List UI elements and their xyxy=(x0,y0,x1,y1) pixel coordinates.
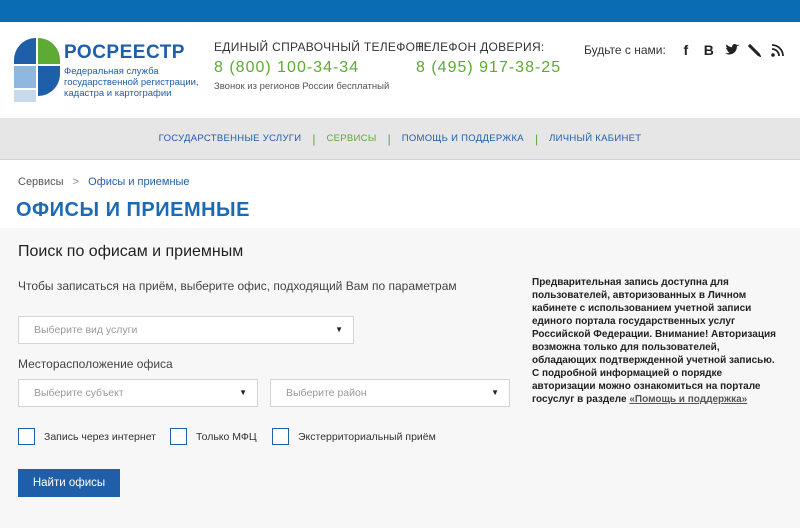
checkbox-box[interactable] xyxy=(18,428,35,445)
hotline-note: Звонок из регионов России бесплатный xyxy=(214,81,390,92)
district-placeholder: Выберите район xyxy=(286,387,367,399)
trust-line-number[interactable]: 8 (495) 917-38-25 xyxy=(416,59,561,77)
trust-line-block: ТЕЛЕФОН ДОВЕРИЯ: 8 (495) 917-38-25 xyxy=(416,40,561,77)
chevron-down-icon: ▼ xyxy=(491,388,499,397)
hotline-label: ЕДИНЫЙ СПРАВОЧНЫЙ ТЕЛЕФОН: xyxy=(214,40,428,54)
facebook-icon[interactable]: f xyxy=(676,40,696,60)
top-bar xyxy=(0,0,800,22)
checkbox-label[interactable]: Экстерриториальный приём xyxy=(298,431,436,443)
nav-separator: | xyxy=(312,131,316,146)
hotline-block: ЕДИНЫЙ СПРАВОЧНЫЙ ТЕЛЕФОН: 8 (800) 100-3… xyxy=(214,40,428,92)
social-links: Будьте с нами: f B xyxy=(584,40,791,60)
rss-icon[interactable] xyxy=(768,40,788,60)
nav-item-help[interactable]: ПОМОЩЬ И ПОДДЕРЖКА xyxy=(402,133,524,144)
checkbox-extraterritorial[interactable]: Экстерриториальный приём xyxy=(272,428,436,445)
search-title: Поиск по офисам и приемным xyxy=(18,243,244,260)
help-support-link[interactable]: «Помощь и поддержка» xyxy=(629,394,747,405)
hotline-number[interactable]: 8 (800) 100-34-34 xyxy=(214,59,428,77)
twitter-icon[interactable] xyxy=(722,40,742,60)
page-title: ОФИСЫ И ПРИЕМНЫЕ xyxy=(16,199,250,221)
checkbox-label[interactable]: Только МФЦ xyxy=(196,431,257,443)
checkbox-box[interactable] xyxy=(170,428,187,445)
breadcrumb-separator: > xyxy=(72,176,80,188)
social-label: Будьте с нами: xyxy=(584,43,666,57)
service-type-placeholder: Выберите вид услуги xyxy=(34,324,138,336)
brand[interactable]: РОСРЕЕСТР Федеральная служба государстве… xyxy=(64,42,199,99)
nav-item-account[interactable]: ЛИЧНЫЙ КАБИНЕТ xyxy=(549,133,641,144)
checkbox-label[interactable]: Запись через интернет xyxy=(44,431,156,443)
trust-line-label: ТЕЛЕФОН ДОВЕРИЯ: xyxy=(416,40,545,54)
nav-item-services[interactable]: СЕРВИСЫ xyxy=(326,133,376,144)
nav-item-gov-services[interactable]: ГОСУДАРСТВЕННЫЕ УСЛУГИ xyxy=(159,133,302,144)
info-notice: Предварительная запись доступна для поль… xyxy=(532,276,780,406)
breadcrumb: Сервисы > Офисы и приемные xyxy=(18,176,190,188)
brand-subtitle-line: кадастра и картографии xyxy=(64,88,172,99)
region-placeholder: Выберите субъект xyxy=(34,387,124,399)
chevron-down-icon: ▼ xyxy=(239,388,247,397)
service-type-select[interactable]: Выберите вид услуги ▼ xyxy=(18,316,354,344)
nav-separator: | xyxy=(534,131,539,146)
breadcrumb-root[interactable]: Сервисы xyxy=(18,176,64,188)
breadcrumb-current[interactable]: Офисы и приемные xyxy=(88,176,189,188)
find-offices-button[interactable]: Найти офисы xyxy=(18,469,120,497)
info-text: Предварительная запись доступна для поль… xyxy=(532,277,776,405)
region-select[interactable]: Выберите субъект ▼ xyxy=(18,379,258,407)
chevron-down-icon: ▼ xyxy=(335,325,343,334)
vk-icon[interactable]: B xyxy=(699,40,719,60)
checkbox-box[interactable] xyxy=(272,428,289,445)
nav-separator: | xyxy=(387,131,391,146)
brand-name: РОСРЕЕСТР xyxy=(64,42,185,63)
location-label: Месторасположение офиса xyxy=(18,357,173,371)
brand-subtitle-line: государственной регистрации, xyxy=(64,77,199,88)
site-header: РОСРЕЕСТР Федеральная служба государстве… xyxy=(0,22,800,118)
checkbox-mfc-only[interactable]: Только МФЦ xyxy=(170,428,257,445)
brand-subtitle-line: Федеральная служба xyxy=(64,66,159,77)
main-nav: ГОСУДАРСТВЕННЫЕ УСЛУГИ | СЕРВИСЫ | ПОМОЩ… xyxy=(0,118,800,160)
search-hint: Чтобы записаться на приём, выберите офис… xyxy=(18,279,457,293)
checkbox-online-booking[interactable]: Запись через интернет xyxy=(18,428,156,445)
district-select[interactable]: Выберите район ▼ xyxy=(270,379,510,407)
rosreestr-logo-icon[interactable] xyxy=(10,34,62,106)
livejournal-icon[interactable] xyxy=(745,40,765,60)
